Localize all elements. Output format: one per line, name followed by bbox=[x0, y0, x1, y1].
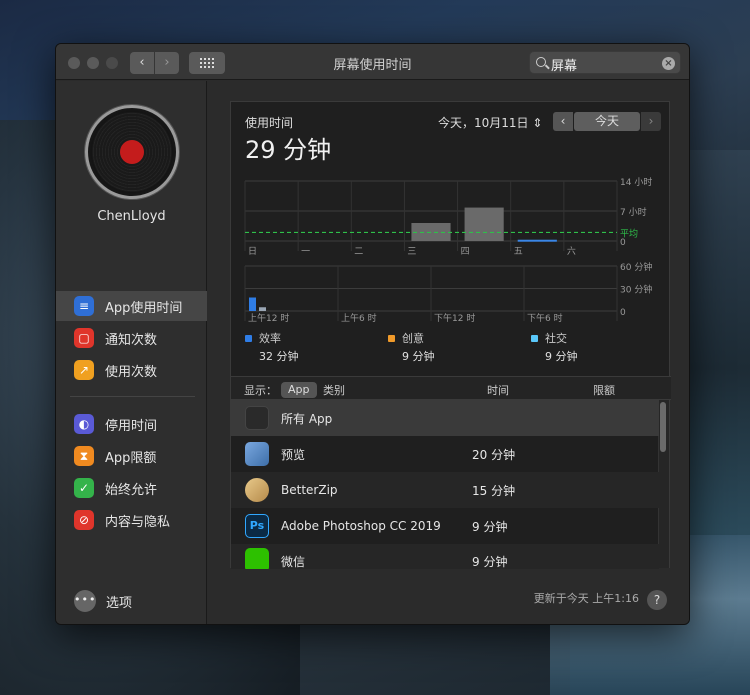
search-icon bbox=[536, 57, 546, 67]
x-tick-label: 二 bbox=[354, 247, 363, 257]
weekly-bar bbox=[464, 207, 504, 241]
x-tick-label: 日 bbox=[248, 246, 257, 257]
sidebar-item-content-privacy[interactable]: ⊘ 内容与隐私 bbox=[56, 505, 207, 535]
pickup-icon: ↗ bbox=[74, 360, 94, 380]
filter-bar: 显示： App 类别 时间 限额 bbox=[231, 376, 671, 400]
app-name: BetterZip bbox=[281, 483, 338, 497]
x-tick-label: 下午6 时 bbox=[527, 312, 563, 324]
app-time: 20 分钟 bbox=[472, 447, 516, 462]
sidebar-item-always-allowed[interactable]: ✓ 始终允许 bbox=[56, 473, 207, 503]
legend-creativity-value: 9 分钟 bbox=[402, 350, 435, 363]
clear-search-icon[interactable]: × bbox=[662, 57, 675, 70]
x-tick-label: 上午12 时 bbox=[248, 312, 289, 324]
sidebar-item-app-usage[interactable]: ≡ App使用时间 bbox=[56, 291, 207, 321]
usage-panel: 使用时间 29 分钟 今天，10月11日 ⇕ ‹ 今天 › 日一二三四五六平均 1… bbox=[230, 101, 671, 569]
legend-swatch bbox=[245, 334, 252, 342]
legend-swatch bbox=[531, 334, 538, 342]
app-row-preview[interactable]: 预览 20 分钟 bbox=[231, 436, 659, 472]
y-tick-label: 14 小时 bbox=[620, 176, 652, 188]
legend-productivity-value: 32 分钟 bbox=[259, 350, 299, 363]
legend-social-value: 9 分钟 bbox=[545, 350, 578, 363]
scrollbar-thumb[interactable] bbox=[660, 402, 666, 452]
hourly-bar bbox=[259, 307, 266, 311]
app-name: Adobe Photoshop CC 2019 bbox=[281, 519, 441, 533]
legend-social: 社交 bbox=[531, 330, 567, 346]
app-name: 预览 bbox=[281, 447, 306, 462]
legend-productivity: 效率 bbox=[245, 330, 281, 346]
options-label: 选项 bbox=[106, 595, 133, 611]
restrict-icon: ⊘ bbox=[74, 510, 94, 530]
x-tick-label: 一 bbox=[301, 247, 310, 257]
app-time: 9 分钟 bbox=[472, 519, 508, 534]
preview-icon bbox=[245, 442, 269, 466]
all-apps-icon bbox=[245, 406, 269, 430]
sidebar: ChenLloyd ≡ App使用时间 ▢ 通知次数 ↗ 使用次数 ◐ 停用时间… bbox=[56, 81, 207, 624]
x-tick-label: 四 bbox=[461, 247, 470, 257]
app-name: 微信 bbox=[281, 555, 306, 569]
x-tick-label: 六 bbox=[567, 245, 576, 257]
avatar[interactable] bbox=[85, 105, 179, 199]
hourly-bar bbox=[249, 297, 256, 311]
x-tick-label: 五 bbox=[514, 247, 523, 257]
hourglass-icon: ⧗ bbox=[74, 446, 94, 466]
sidebar-item-downtime[interactable]: ◐ 停用时间 bbox=[56, 409, 207, 439]
sidebar-item-app-limits[interactable]: ⧗ App限额 bbox=[56, 441, 207, 471]
sidebar-item-label: 通知次数 bbox=[105, 332, 158, 348]
y-tick-label: 0 bbox=[620, 308, 626, 318]
y-tick-label: 60 分钟 bbox=[620, 261, 652, 273]
sidebar-item-label: 始终允许 bbox=[105, 482, 158, 498]
sidebar-item-label: App限额 bbox=[105, 450, 157, 466]
search-input[interactable]: 屏幕 bbox=[551, 55, 577, 74]
notification-icon: ▢ bbox=[74, 328, 94, 348]
filter-app-button[interactable]: App bbox=[281, 382, 317, 398]
downtime-icon: ◐ bbox=[74, 414, 94, 434]
last-updated: 更新于今天 上午1:16 bbox=[533, 592, 639, 605]
y-tick-label: 0 bbox=[620, 238, 626, 248]
options-button[interactable]: ••• 选项 bbox=[74, 590, 132, 612]
app-time: 9 分钟 bbox=[472, 555, 508, 569]
ellipsis-icon: ••• bbox=[74, 590, 96, 612]
sidebar-item-notifications[interactable]: ▢ 通知次数 bbox=[56, 323, 207, 353]
app-time: 15 分钟 bbox=[472, 483, 516, 498]
username: ChenLloyd bbox=[97, 209, 166, 224]
weekly-bar bbox=[517, 239, 557, 242]
sidebar-item-label: 使用次数 bbox=[105, 364, 158, 380]
app-row-photoshop[interactable]: Ps Adobe Photoshop CC 2019 9 分钟 bbox=[231, 508, 659, 544]
column-header-limit[interactable]: 限额 bbox=[593, 382, 615, 398]
sidebar-item-pickups[interactable]: ↗ 使用次数 bbox=[56, 355, 207, 385]
help-button[interactable]: ? bbox=[647, 590, 667, 610]
sidebar-item-label: 停用时间 bbox=[105, 418, 158, 434]
column-header-time[interactable]: 时间 bbox=[487, 382, 509, 398]
x-tick-label: 三 bbox=[407, 247, 416, 257]
legend-creativity: 创意 bbox=[388, 330, 424, 346]
filter-category-button[interactable]: 类别 bbox=[323, 382, 345, 398]
x-tick-label: 下午12 时 bbox=[434, 312, 475, 324]
titlebar: ‹ › 屏幕使用时间 屏幕 × bbox=[56, 44, 689, 80]
legend-swatch bbox=[388, 334, 395, 342]
search-field[interactable]: 屏幕 × bbox=[529, 51, 681, 74]
usage-charts: 日一二三四五六平均14 小时7 小时0上午12 时上午6 时下午12 时下午6 … bbox=[244, 176, 652, 324]
x-tick-label: 上午6 时 bbox=[341, 312, 377, 324]
main-pane: 使用时间 29 分钟 今天，10月11日 ⇕ ‹ 今天 › 日一二三四五六平均 1… bbox=[208, 81, 689, 624]
show-label: 显示： bbox=[244, 384, 277, 397]
app-row-all[interactable]: 所有 App bbox=[231, 400, 659, 436]
photoshop-icon: Ps bbox=[245, 514, 269, 538]
app-row-wechat[interactable]: 微信 9 分钟 bbox=[231, 544, 659, 569]
y-tick-label: 7 小时 bbox=[620, 206, 647, 218]
betterzip-icon bbox=[245, 478, 269, 502]
divider bbox=[70, 396, 195, 397]
sidebar-item-label: 内容与隐私 bbox=[105, 514, 171, 530]
checkmark-icon: ✓ bbox=[74, 478, 94, 498]
y-tick-label: 30 分钟 bbox=[620, 284, 652, 296]
screen-time-window: ‹ › 屏幕使用时间 屏幕 × ChenLloyd ≡ App使用时间 ▢ 通知… bbox=[55, 43, 690, 625]
wechat-icon bbox=[245, 548, 269, 569]
sidebar-item-label: App使用时间 bbox=[105, 300, 183, 316]
layers-icon: ≡ bbox=[74, 296, 94, 316]
app-row-betterzip[interactable]: BetterZip 15 分钟 bbox=[231, 472, 659, 508]
app-name: 所有 App bbox=[281, 411, 333, 426]
